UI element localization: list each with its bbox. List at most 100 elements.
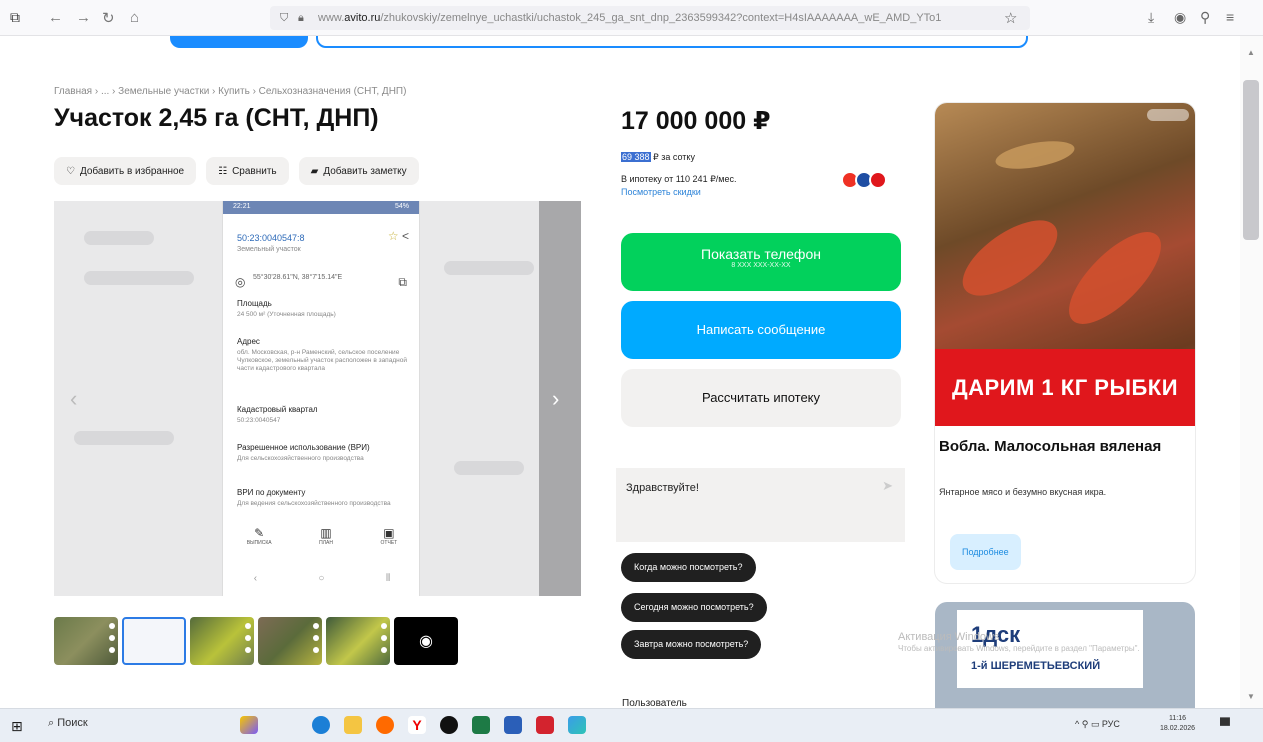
widgets-icon[interactable]	[240, 716, 258, 734]
quick-reply-chip[interactable]: Сегодня можно посмотреть?	[621, 593, 767, 622]
acrobat-icon[interactable]	[536, 716, 554, 734]
photo-gallery[interactable]: ‹ 22:21 54% 50:23:0040547:8 Земельный уч…	[54, 201, 581, 596]
phone-field-label: Кадастровый квартал	[237, 405, 318, 414]
scrollbar-thumb[interactable]	[1243, 80, 1259, 240]
blurred-bg	[74, 431, 174, 445]
price: 17 000 000 ₽	[621, 107, 771, 135]
blurred-bg	[84, 271, 194, 285]
yandex-icon[interactable]: Y	[408, 716, 426, 734]
notification-icon[interactable]: ▀	[1220, 717, 1230, 733]
forward-icon[interactable]: →	[76, 9, 91, 26]
thumbnail[interactable]	[190, 617, 254, 665]
send-icon[interactable]: ➤	[882, 478, 893, 494]
discounts-link[interactable]: Посмотреть скидки	[621, 187, 701, 197]
excel-icon[interactable]	[472, 716, 490, 734]
bank-logos	[841, 171, 887, 189]
calc-mortgage-button[interactable]: Рассчитать ипотеку	[621, 369, 901, 427]
tabs-icon[interactable]: ⧉	[10, 9, 20, 26]
back-icon[interactable]: ←	[48, 9, 63, 26]
ad-banner-text: ДАРИМ 1 КГ РЫБКИ	[935, 349, 1195, 426]
phone-tab-extract: ✎ ВЫПИСКА	[246, 526, 272, 546]
system-tray[interactable]: ^ ⚲ ▭ РУС	[1075, 719, 1120, 730]
gallery-prev-icon[interactable]: ‹	[70, 386, 77, 412]
download-icon[interactable]: ⤓	[1148, 9, 1154, 26]
taskbar-clock[interactable]: 11:16 18.02.2026	[1160, 714, 1195, 734]
page-title: Участок 2,45 га (СНТ, ДНП)	[54, 104, 379, 132]
bank-logo-icon	[869, 171, 887, 189]
url-domain: avito.ru	[344, 12, 381, 24]
page-scrollbar[interactable]: ▲ ▼	[1240, 36, 1263, 708]
thumbnail[interactable]	[54, 617, 118, 665]
phone-battery: 54%	[394, 203, 409, 210]
thumbnail-selected[interactable]	[122, 617, 186, 665]
ad-description: Янтарное мясо и безумно вкусная икра.	[939, 487, 1107, 497]
phone-time: 22:21	[233, 203, 251, 210]
taskbar-search[interactable]: ⌕ Поиск	[48, 717, 88, 730]
windows-activation-watermark: Активация Windows Чтобы активировать Win…	[898, 631, 1140, 653]
blurred-bg	[84, 231, 154, 245]
file-explorer-icon[interactable]	[344, 716, 362, 734]
header-button-left[interactable]	[170, 36, 308, 48]
thumbnail[interactable]	[326, 617, 390, 665]
ad-headline[interactable]: Вобла. Малосольная вяленая	[939, 437, 1189, 457]
listing-actions: ♡ Добавить в избранное ☷ Сравнить ▰ Доба…	[54, 157, 419, 185]
seller-label: Пользователь	[622, 698, 687, 708]
note-label: Добавить заметку	[323, 165, 407, 177]
phone-field-label: ВРИ по документу	[237, 488, 306, 497]
app-icon[interactable]	[568, 716, 586, 734]
phone-tab-plan: ▥ ПЛАН	[319, 526, 333, 546]
shield-icon[interactable]: ⛉	[280, 6, 288, 30]
ad-more-button[interactable]: Подробнее	[950, 534, 1021, 570]
quick-reply-chip[interactable]: Когда можно посмотреть?	[621, 553, 756, 582]
firefox-icon[interactable]	[376, 716, 394, 734]
show-phone-button[interactable]: Показать телефон 8 XXX XXX-XX-XX	[621, 233, 901, 291]
phone-target-icon: ◎	[235, 275, 246, 289]
favorites-label: Добавить в избранное	[79, 165, 185, 177]
app-icon[interactable]	[440, 716, 458, 734]
gallery-main-photo: 22:21 54% 50:23:0040547:8 Земельный учас…	[222, 201, 420, 596]
add-to-favorites-button[interactable]: ♡ Добавить в избранное	[54, 157, 197, 185]
phone-coords: 55°30'28.61"N, 38°7'15.14"E	[253, 274, 343, 281]
heart-icon: ♡	[66, 165, 75, 177]
header-search-box[interactable]	[316, 36, 1028, 48]
thumbnail-more[interactable]: ◉	[394, 617, 458, 665]
extensions-icon[interactable]: ⚲	[1200, 9, 1210, 26]
star-icon[interactable]: ☆	[1004, 9, 1017, 27]
write-message-button[interactable]: Написать сообщение	[621, 301, 901, 359]
message-input[interactable]: Здравствуйте! ➤	[616, 468, 905, 542]
edge-icon[interactable]	[312, 716, 330, 734]
phone-share-icon: <	[401, 229, 409, 243]
gallery-next-icon[interactable]: ›	[552, 386, 559, 412]
compare-label: Сравнить	[232, 165, 277, 177]
home-icon[interactable]: ⌂	[130, 9, 139, 26]
page-content: Главная › ... › Земельные участки › Купи…	[0, 36, 1240, 708]
scroll-down-icon[interactable]: ▼	[1247, 692, 1255, 701]
browser-toolbar: ⧉ ← → ↻ ⌂ ⛉ 🔒︎ www.avito.ru/zhukovskiy/z…	[0, 0, 1263, 36]
phone-field-value: обл. Московская, р-н Раменский, сельское…	[237, 349, 407, 372]
add-note-button[interactable]: ▰ Добавить заметку	[298, 157, 419, 185]
gallery-thumbnails: ◉	[54, 617, 458, 665]
reload-icon[interactable]: ↻	[102, 9, 115, 27]
breadcrumb[interactable]: Главная › ... › Земельные участки › Купи…	[54, 86, 406, 97]
compare-icon: ☷	[218, 165, 228, 177]
phone-field-label: Адрес	[237, 337, 260, 346]
compare-button[interactable]: ☷ Сравнить	[206, 157, 289, 185]
phone-object-type: Земельный участок	[237, 246, 301, 253]
lock-icon[interactable]: 🔒︎	[298, 6, 304, 30]
account-icon[interactable]: ◉	[1174, 9, 1186, 26]
ad-card-developer[interactable]: 1дск 1-й ШЕРЕМЕТЬЕВСКИЙ	[935, 602, 1195, 708]
thumbnail[interactable]	[258, 617, 322, 665]
phone-field-label: Площадь	[237, 299, 272, 308]
phone-field-value: Для сельскохозяйственного производства	[237, 455, 364, 462]
ad-card-fish[interactable]: ДАРИМ 1 КГ РЫБКИ Вобла. Малосольная вяле…	[935, 103, 1195, 583]
windows-taskbar: ⊞ ⌕ Поиск Y ^ ⚲ ▭ РУС 11:16 18.02.2026 ▀	[0, 708, 1263, 742]
address-bar[interactable]: ⛉ 🔒︎ www.avito.ru/zhukovskiy/zemelnye_uc…	[270, 6, 1030, 30]
url-path: /zhukovskiy/zemelnye_uchastki/uchastok_2…	[380, 12, 942, 24]
phone-star-icon: ☆ <	[387, 229, 409, 243]
note-icon: ▰	[310, 165, 319, 177]
menu-icon[interactable]: ≡	[1226, 9, 1234, 25]
scroll-up-icon[interactable]: ▲	[1247, 48, 1255, 57]
windows-start-icon[interactable]: ⊞	[11, 718, 23, 735]
quick-reply-chip[interactable]: Завтра можно посмотреть?	[621, 630, 762, 659]
word-icon[interactable]	[504, 716, 522, 734]
